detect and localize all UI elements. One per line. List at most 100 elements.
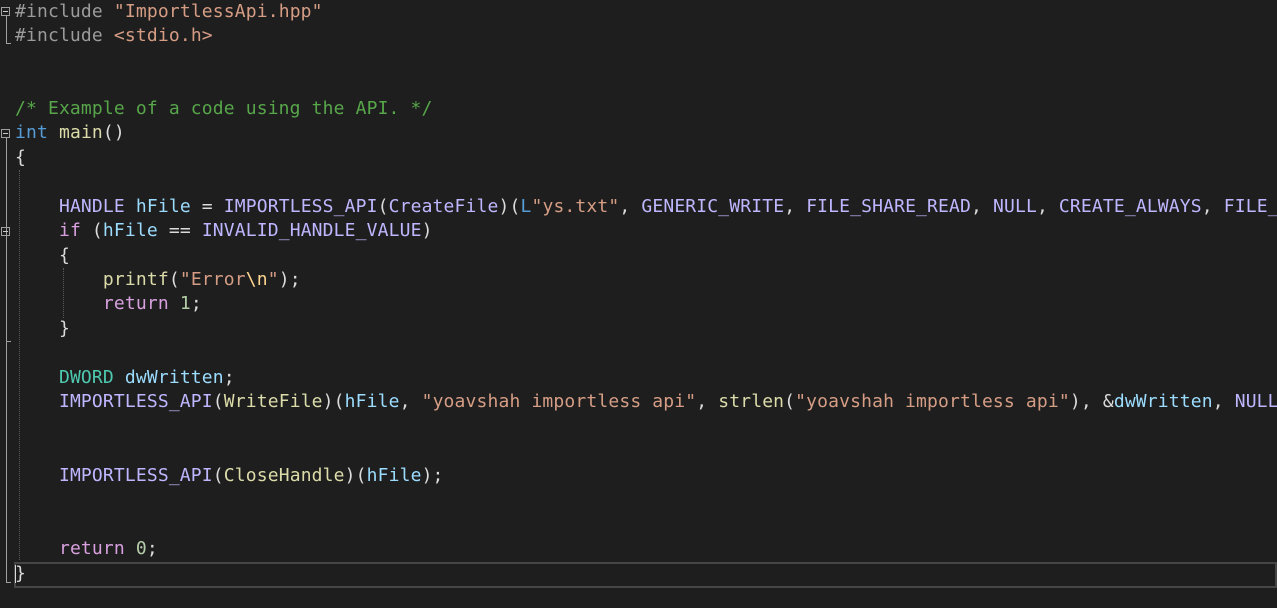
- punctuation: ;: [223, 367, 235, 388]
- punctuation: ): [421, 220, 433, 241]
- string-literal: "yoavshah importless api": [421, 391, 697, 412]
- punctuation: ,: [1212, 391, 1235, 412]
- punctuation: ,: [1201, 196, 1224, 217]
- current-line-highlight: [14, 562, 1277, 588]
- punctuation: ),: [1069, 391, 1103, 412]
- code-line-16[interactable]: DWORD dwWritten;: [15, 366, 235, 390]
- code-line-7[interactable]: {: [15, 146, 26, 170]
- open-brace: {: [58, 245, 70, 266]
- outline-main-end: [6, 582, 11, 583]
- code-line-13[interactable]: return 1;: [15, 292, 202, 316]
- punctuation: (: [212, 465, 224, 486]
- macro-file-truncated: FILE_: [1223, 196, 1277, 217]
- code-comment: /* Example of a code using the API. */: [15, 98, 433, 119]
- include-path: "ImportlessApi.hpp": [113, 1, 323, 22]
- punctuation: ,: [619, 196, 642, 217]
- code-editor[interactable]: #include "ImportlessApi.hpp" #include <s…: [0, 0, 1277, 608]
- function-printf: printf: [102, 269, 169, 290]
- code-line-14[interactable]: }: [15, 317, 70, 341]
- variable-hfile: hFile: [344, 391, 400, 412]
- macro-invalid-handle-value: INVALID_HANDLE_VALUE: [201, 220, 422, 241]
- string-literal-end: ": [267, 269, 279, 290]
- code-line-24[interactable]: }: [15, 562, 26, 586]
- keyword-if: if: [58, 220, 81, 241]
- preprocessor-directive: #include: [15, 1, 103, 22]
- number-literal: 1: [179, 293, 191, 314]
- macro-null: NULL: [1234, 391, 1277, 412]
- function-closehandle: CloseHandle: [223, 465, 345, 486]
- address-of-op: &: [1102, 391, 1114, 412]
- code-line-1[interactable]: #include "ImportlessApi.hpp": [15, 0, 323, 24]
- number-literal: 0: [135, 538, 147, 559]
- punctuation: ,: [399, 391, 422, 412]
- punctuation: (: [168, 269, 180, 290]
- open-brace: {: [15, 147, 26, 168]
- punctuation: (: [80, 220, 103, 241]
- variable-hfile: hFile: [135, 196, 191, 217]
- punctuation: );: [278, 269, 301, 290]
- macro-create-always: CREATE_ALWAYS: [1058, 196, 1202, 217]
- punctuation: )(: [498, 196, 521, 217]
- outline-if-line: [6, 236, 7, 341]
- code-line-17[interactable]: IMPORTLESS_API(WriteFile)(hFile, "yoavsh…: [15, 390, 1277, 414]
- type-dword: DWORD: [58, 367, 114, 388]
- keyword-int: int: [15, 122, 48, 143]
- function-main: main: [58, 122, 103, 143]
- code-line-9[interactable]: HANDLE hFile = IMPORTLESS_API(CreateFile…: [15, 195, 1277, 219]
- macro-importless-api: IMPORTLESS_API: [58, 465, 213, 486]
- variable-hfile: hFile: [102, 220, 158, 241]
- code-line-11[interactable]: {: [15, 244, 70, 268]
- outline-main-line: [6, 138, 7, 582]
- keyword-return: return: [58, 538, 125, 559]
- punctuation: ;: [190, 293, 202, 314]
- text-caret: [15, 565, 16, 583]
- include-path: <stdio.h>: [113, 25, 213, 46]
- function-writefile: WriteFile: [223, 391, 323, 412]
- variable-dwwritten: dwWritten: [1113, 391, 1213, 412]
- punctuation: )(: [344, 465, 367, 486]
- escape-sequence: \n: [245, 269, 268, 290]
- string-literal: "yoavshah importless api": [795, 391, 1070, 412]
- punctuation: )(: [322, 391, 345, 412]
- close-brace: }: [58, 318, 70, 339]
- code-line-23[interactable]: return 0;: [15, 537, 158, 561]
- macro-generic-write: GENERIC_WRITE: [641, 196, 785, 217]
- outline-include-line: [6, 16, 7, 43]
- keyword-return: return: [102, 293, 169, 314]
- punctuation: );: [421, 465, 444, 486]
- code-line-12[interactable]: printf("Error\n");: [15, 268, 301, 292]
- macro-file-share-read: FILE_SHARE_READ: [806, 196, 971, 217]
- outline-if-end: [6, 341, 11, 342]
- preprocessor-directive: #include: [15, 25, 103, 46]
- punctuation: ,: [784, 196, 807, 217]
- wide-prefix: L: [520, 196, 532, 217]
- punctuation: ,: [1036, 196, 1059, 217]
- code-line-6[interactable]: int main(): [15, 121, 125, 145]
- close-brace: }: [15, 563, 26, 584]
- code-line-20[interactable]: IMPORTLESS_API(CloseHandle)(hFile);: [15, 464, 444, 488]
- string-literal: "Error: [179, 269, 246, 290]
- assign-op: =: [190, 196, 224, 217]
- punctuation: ,: [696, 391, 719, 412]
- macro-importless-api: IMPORTLESS_API: [58, 391, 213, 412]
- punctuation: ,: [971, 196, 993, 217]
- punctuation: (: [377, 196, 389, 217]
- variable-dwwritten: dwWritten: [124, 367, 224, 388]
- operator: ==: [157, 220, 202, 241]
- function-strlen: strlen: [718, 391, 785, 412]
- macro-null: NULL: [992, 196, 1037, 217]
- punctuation: (): [102, 122, 125, 143]
- collapse-include-block-icon[interactable]: [1, 7, 10, 16]
- punctuation: (: [784, 391, 796, 412]
- macro-createfile: CreateFile: [388, 196, 499, 217]
- variable-hfile: hFile: [366, 465, 422, 486]
- collapse-if-block-icon[interactable]: [1, 227, 10, 236]
- code-line-10[interactable]: if (hFile == INVALID_HANDLE_VALUE): [15, 219, 433, 243]
- code-line-5[interactable]: /* Example of a code using the API. */: [15, 97, 433, 121]
- outline-include-end: [6, 43, 11, 44]
- type-handle: HANDLE: [58, 196, 125, 217]
- collapse-main-function-icon[interactable]: [1, 129, 10, 138]
- code-line-2[interactable]: #include <stdio.h>: [15, 24, 213, 48]
- string-literal: "ys.txt": [531, 196, 620, 217]
- punctuation: (: [212, 391, 224, 412]
